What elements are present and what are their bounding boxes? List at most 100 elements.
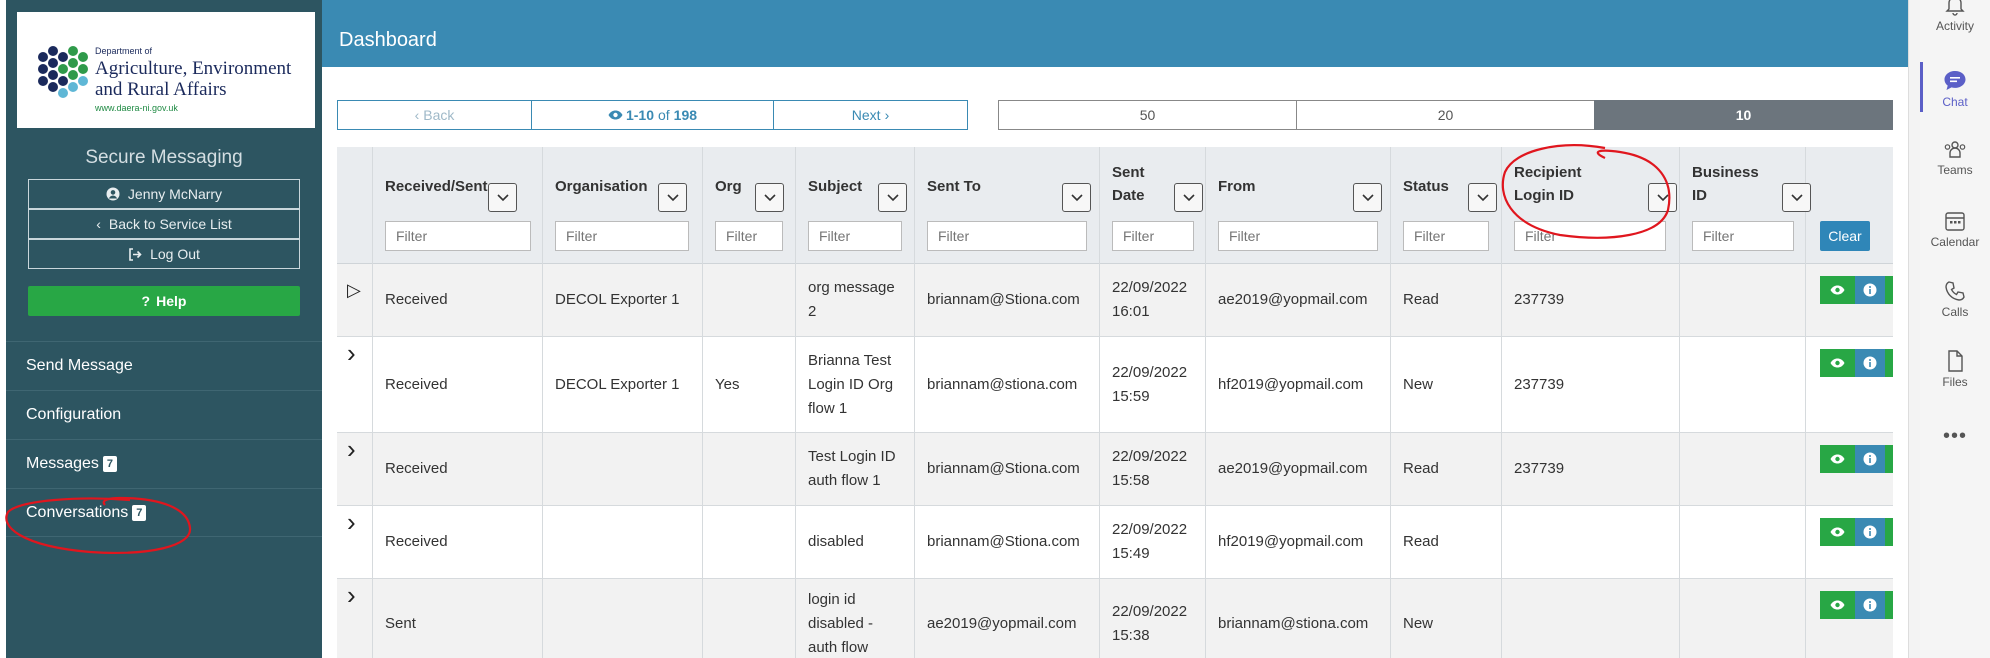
column-menu-button[interactable] [1648,183,1677,212]
view-button[interactable] [1820,445,1855,473]
chevron-down-icon [763,193,776,201]
row-expander-cell[interactable]: › [337,337,373,432]
cell-status: Read [1391,506,1502,578]
back-button[interactable]: ‹ Back [337,100,532,130]
log-out-button[interactable]: Log Out [28,239,300,269]
row-expander-cell[interactable]: › [337,506,373,578]
nav-send-message[interactable]: Send Message [6,341,322,390]
column-menu-button[interactable] [878,183,907,212]
more-actions-button[interactable] [1885,518,1893,546]
page-size-50[interactable]: 50 [998,100,1297,130]
filter-input-recipient-login-id[interactable] [1514,221,1666,251]
of-label: of [657,107,670,123]
nav-configuration[interactable]: Configuration [6,390,322,439]
daera-logo[interactable]: Department of Agriculture, Environment a… [17,12,315,128]
cell-line: 22/09/2022 [1112,521,1188,538]
view-button[interactable] [1820,518,1855,546]
filter-input-sent-to[interactable] [927,221,1087,251]
info-button[interactable] [1855,518,1885,546]
info-button[interactable] [1855,349,1885,377]
rail-calls[interactable]: Calls [1920,280,1990,319]
column-label-line1: Status [1403,178,1449,195]
cell-sent-date: 22/09/2022 15:59 [1100,337,1206,432]
scrollbar[interactable] [1908,0,1920,658]
info-button[interactable] [1855,276,1885,304]
clear-filters-button[interactable]: Clear [1820,221,1870,251]
column-label: Sent To [927,175,981,198]
chevron-down-icon [1790,193,1803,201]
view-button[interactable] [1820,349,1855,377]
filter-input-org[interactable] [715,221,783,251]
cell-business-id [1680,506,1806,578]
column-label: From [1218,175,1256,198]
filter-input-subject[interactable] [808,221,902,251]
cell-lines: 22/09/2022 15:58 [1112,445,1187,493]
next-button[interactable]: Next › [773,100,968,130]
filter-input-business-id[interactable] [1692,221,1794,251]
back-to-service-list-button[interactable]: ‹ Back to Service List [28,209,300,239]
table-row[interactable]: › Received disabled briannam@Stiona.com 22/0… [337,506,1893,579]
filter-input-received-sent[interactable] [385,221,531,251]
info-button[interactable] [1855,445,1885,473]
cell-value: 237739 [1514,460,1565,477]
cell-subject: disabled [796,506,915,578]
nav-messages[interactable]: Messages 7 [6,439,322,488]
rail-label: Teams [1937,163,1973,177]
more-apps-button[interactable]: ••• [1920,425,1990,448]
table-row[interactable]: › Received Test Login ID auth flow 1 brianna… [337,433,1893,506]
rail-teams[interactable]: Teams [1920,140,1990,177]
column-header-received-sent: Received/Sent [373,147,543,264]
cell-business-id [1680,579,1806,658]
cell-org [703,264,796,336]
column-menu-button[interactable] [755,183,784,212]
rail-label: Files [1942,375,1968,389]
column-menu-button[interactable] [1174,183,1203,212]
help-button[interactable]: ? Help [28,286,300,316]
table-row[interactable]: › Sent login id disabled - auth flow ae2019@y… [337,579,1893,658]
filter-input-organisation[interactable] [555,221,689,251]
filter-input-status[interactable] [1403,221,1489,251]
info-button[interactable] [1855,591,1885,619]
row-expander-cell[interactable]: › [337,579,373,658]
view-button[interactable] [1820,276,1855,304]
nav-conversations[interactable]: Conversations 7 [6,488,322,537]
more-actions-button[interactable] [1885,591,1893,619]
rail-calendar[interactable]: Calendar [1920,210,1990,249]
rail-label: Activity [1935,19,1974,33]
page-size-20[interactable]: 20 [1296,100,1595,130]
user-icon [106,187,120,201]
column-menu-button[interactable] [1468,183,1497,212]
more-actions-button[interactable] [1885,445,1893,473]
rail-files[interactable]: Files [1920,350,1990,389]
column-label-line1: Subject [808,178,863,195]
cell-received-sent: Received [373,506,543,578]
chevron-right-icon: › [347,507,356,537]
row-expander-cell[interactable]: › [337,433,373,505]
column-menu-button[interactable] [1353,183,1382,212]
column-menu-button[interactable] [658,183,687,212]
logo-dept-text: Department of [95,46,153,56]
column-header-recipient-login-id: Recipient Login ID [1502,147,1680,264]
more-actions-button[interactable] [1885,276,1893,304]
filter-input-from[interactable] [1218,221,1378,251]
nav-label: Send Message [26,357,133,374]
more-actions-button[interactable] [1885,349,1893,377]
user-button[interactable]: Jenny McNarry [28,179,300,209]
cell-sent-date: 22/09/2022 15:38 [1100,579,1206,658]
table-row[interactable]: › Received DECOL Exporter 1 Yes Brianna Test… [337,337,1893,433]
column-menu-button[interactable] [1062,183,1091,212]
table-row[interactable]: ▷ Received DECOL Exporter 1 org message 2 bri… [337,264,1893,337]
column-label: Business ID [1692,161,1759,207]
column-menu-button[interactable] [488,183,517,212]
column-header-status: Status [1391,147,1502,264]
page-range-indicator: 1-10 of 198 [531,100,774,130]
row-expander-cell[interactable]: ▷ [337,264,373,336]
rail-chat[interactable]: Chat [1920,70,1990,109]
eye-icon [1830,600,1845,610]
info-icon [1863,356,1877,370]
filter-input-sent-date[interactable] [1112,221,1194,251]
messages-table: Received/Sent Organisation Org Subject Sent … [337,147,1893,658]
rail-activity[interactable]: Activity [1920,0,1990,33]
view-button[interactable] [1820,591,1855,619]
page-size-10[interactable]: 10 [1594,100,1893,130]
